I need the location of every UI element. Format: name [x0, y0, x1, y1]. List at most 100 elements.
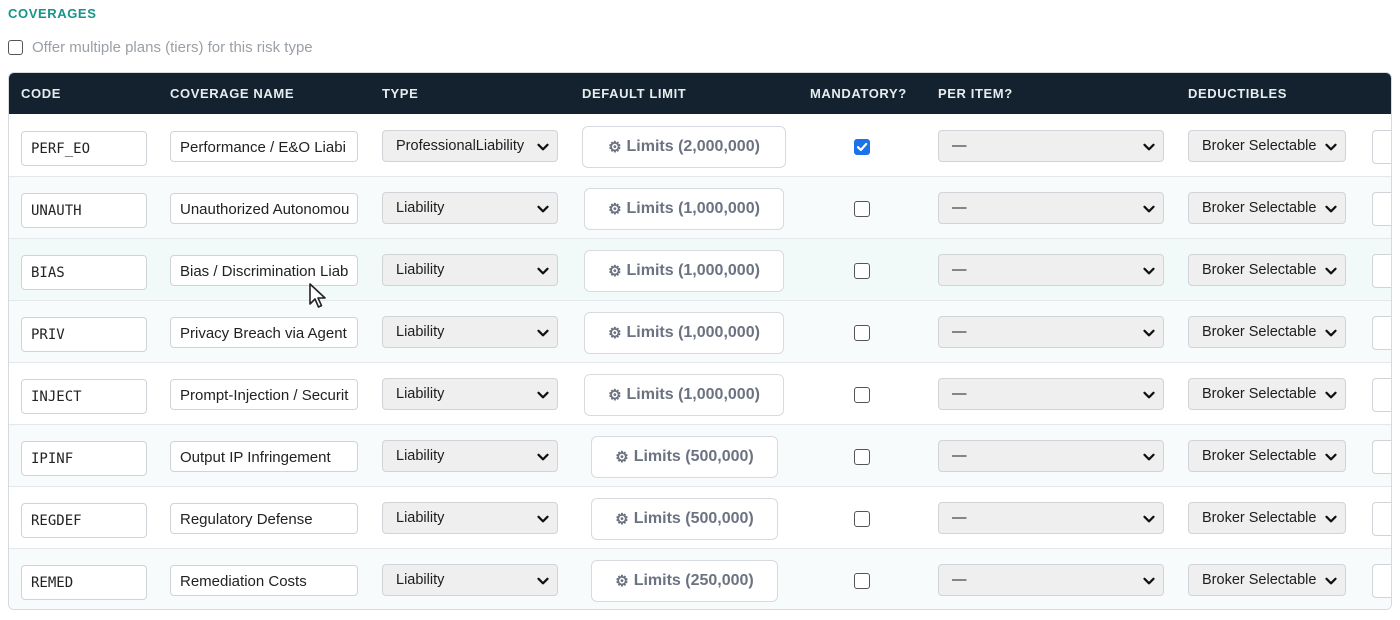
per-item-select[interactable]: —	[938, 254, 1164, 286]
type-select-value: Liability	[396, 262, 445, 278]
table-row: BIAS Bias / Discrimination Liab Liability ⚙…	[9, 239, 1391, 301]
per-item-select-value: —	[952, 510, 967, 526]
row-extra-control[interactable]	[1372, 130, 1391, 164]
gear-icon: ⚙	[615, 511, 629, 528]
per-item-select[interactable]: —	[938, 564, 1164, 596]
code-input[interactable]: REMED	[21, 565, 147, 600]
per-item-select[interactable]: —	[938, 192, 1164, 224]
default-limit-button[interactable]: ⚙ Limits (1,000,000)	[584, 312, 784, 354]
type-select-value: Liability	[396, 572, 445, 588]
per-item-select[interactable]: —	[938, 316, 1164, 348]
chevron-down-icon	[537, 205, 549, 213]
type-select[interactable]: Liability	[382, 440, 558, 472]
type-select[interactable]: Liability	[382, 502, 558, 534]
per-item-select-value: —	[952, 200, 967, 216]
mandatory-checkbox[interactable]	[854, 325, 870, 341]
default-limit-label: Limits (2,000,000)	[626, 138, 760, 155]
type-select[interactable]: Liability	[382, 378, 558, 410]
mandatory-checkbox[interactable]	[854, 449, 870, 465]
code-input[interactable]: BIAS	[21, 255, 147, 290]
coverage-name-input[interactable]: Prompt-Injection / Securit	[170, 379, 358, 410]
deductibles-select-value: Broker Selectable	[1202, 138, 1317, 154]
chevron-down-icon	[537, 391, 549, 399]
per-item-select[interactable]: —	[938, 378, 1164, 410]
table-row: INJECT Prompt-Injection / Securit Liabilit…	[9, 363, 1391, 425]
chevron-down-icon	[537, 143, 549, 151]
deductibles-select[interactable]: Broker Selectable	[1188, 316, 1346, 348]
chevron-down-icon	[1325, 205, 1337, 213]
row-extra-control[interactable]	[1372, 316, 1391, 350]
default-limit-button[interactable]: ⚙ Limits (500,000)	[591, 436, 778, 478]
chevron-down-icon	[1143, 577, 1155, 585]
row-extra-control[interactable]	[1372, 440, 1391, 474]
default-limit-button[interactable]: ⚙ Limits (1,000,000)	[584, 250, 784, 292]
default-limit-button[interactable]: ⚙ Limits (2,000,000)	[582, 126, 786, 168]
deductibles-select[interactable]: Broker Selectable	[1188, 440, 1346, 472]
row-extra-control[interactable]	[1372, 378, 1391, 412]
coverage-name-input[interactable]: Performance / E&O Liabi	[170, 131, 358, 162]
mandatory-checkbox[interactable]	[854, 139, 870, 155]
default-limit-label: Limits (1,000,000)	[626, 386, 760, 403]
deductibles-select[interactable]: Broker Selectable	[1188, 130, 1346, 162]
mandatory-checkbox[interactable]	[854, 201, 870, 217]
coverage-name-input[interactable]: Unauthorized Autonomou	[170, 193, 358, 224]
coverage-name-input[interactable]: Privacy Breach via Agent	[170, 317, 358, 348]
deductibles-select[interactable]: Broker Selectable	[1188, 378, 1346, 410]
chevron-down-icon	[1325, 577, 1337, 585]
header-deductibles: DEDUCTIBLES	[1188, 86, 1288, 101]
chevron-down-icon	[1143, 205, 1155, 213]
type-select[interactable]: Liability	[382, 192, 558, 224]
table-row: REMED Remediation Costs Liability ⚙ Limits (…	[9, 549, 1391, 609]
deductibles-select[interactable]: Broker Selectable	[1188, 564, 1346, 596]
type-select[interactable]: ProfessionalLiability	[382, 130, 558, 162]
type-select[interactable]: Liability	[382, 254, 558, 286]
table-row: IPINF Output IP Infringement Liability ⚙ Lim…	[9, 425, 1391, 487]
deductibles-select-value: Broker Selectable	[1202, 324, 1317, 340]
default-limit-button[interactable]: ⚙ Limits (1,000,000)	[584, 374, 784, 416]
mandatory-checkbox[interactable]	[854, 511, 870, 527]
tiers-option[interactable]: Offer multiple plans (tiers) for this ri…	[8, 39, 313, 56]
default-limit-label: Limits (500,000)	[633, 510, 754, 527]
mandatory-checkbox[interactable]	[854, 387, 870, 403]
row-extra-control[interactable]	[1372, 502, 1391, 536]
code-input[interactable]: PRIV	[21, 317, 147, 352]
default-limit-button[interactable]: ⚙ Limits (1,000,000)	[584, 188, 784, 230]
default-limit-label: Limits (1,000,000)	[626, 200, 760, 217]
per-item-select[interactable]: —	[938, 502, 1164, 534]
deductibles-select-value: Broker Selectable	[1202, 262, 1317, 278]
code-input[interactable]: INJECT	[21, 379, 147, 414]
deductibles-select-value: Broker Selectable	[1202, 200, 1317, 216]
deductibles-select[interactable]: Broker Selectable	[1188, 192, 1346, 224]
code-input[interactable]: PERF_EO	[21, 131, 147, 166]
coverage-name-input[interactable]: Output IP Infringement	[170, 441, 358, 472]
type-select[interactable]: Liability	[382, 564, 558, 596]
table-row: PRIV Privacy Breach via Agent Liability ⚙ Li…	[9, 301, 1391, 363]
mandatory-checkbox[interactable]	[854, 573, 870, 589]
per-item-select-value: —	[952, 448, 967, 464]
type-select[interactable]: Liability	[382, 316, 558, 348]
row-extra-control[interactable]	[1372, 564, 1391, 598]
mandatory-checkbox[interactable]	[854, 263, 870, 279]
section-title: COVERAGES	[8, 6, 97, 21]
gear-icon: ⚙	[608, 325, 622, 342]
code-input[interactable]: IPINF	[21, 441, 147, 476]
deductibles-select[interactable]: Broker Selectable	[1188, 502, 1346, 534]
default-limit-button[interactable]: ⚙ Limits (500,000)	[591, 498, 778, 540]
gear-icon: ⚙	[608, 139, 622, 156]
per-item-select-value: —	[952, 572, 967, 588]
code-input[interactable]: UNAUTH	[21, 193, 147, 228]
chevron-down-icon	[1325, 391, 1337, 399]
coverage-name-input[interactable]: Regulatory Defense	[170, 503, 358, 534]
deductibles-select[interactable]: Broker Selectable	[1188, 254, 1346, 286]
row-extra-control[interactable]	[1372, 192, 1391, 226]
header-type: TYPE	[382, 86, 419, 101]
coverage-name-input[interactable]: Bias / Discrimination Liab	[170, 255, 358, 286]
tiers-checkbox[interactable]	[8, 40, 23, 55]
coverage-name-input[interactable]: Remediation Costs	[170, 565, 358, 596]
header-per-item: PER ITEM?	[938, 86, 1013, 101]
per-item-select[interactable]: —	[938, 130, 1164, 162]
per-item-select[interactable]: —	[938, 440, 1164, 472]
row-extra-control[interactable]	[1372, 254, 1391, 288]
default-limit-button[interactable]: ⚙ Limits (250,000)	[591, 560, 778, 602]
code-input[interactable]: REGDEF	[21, 503, 147, 538]
